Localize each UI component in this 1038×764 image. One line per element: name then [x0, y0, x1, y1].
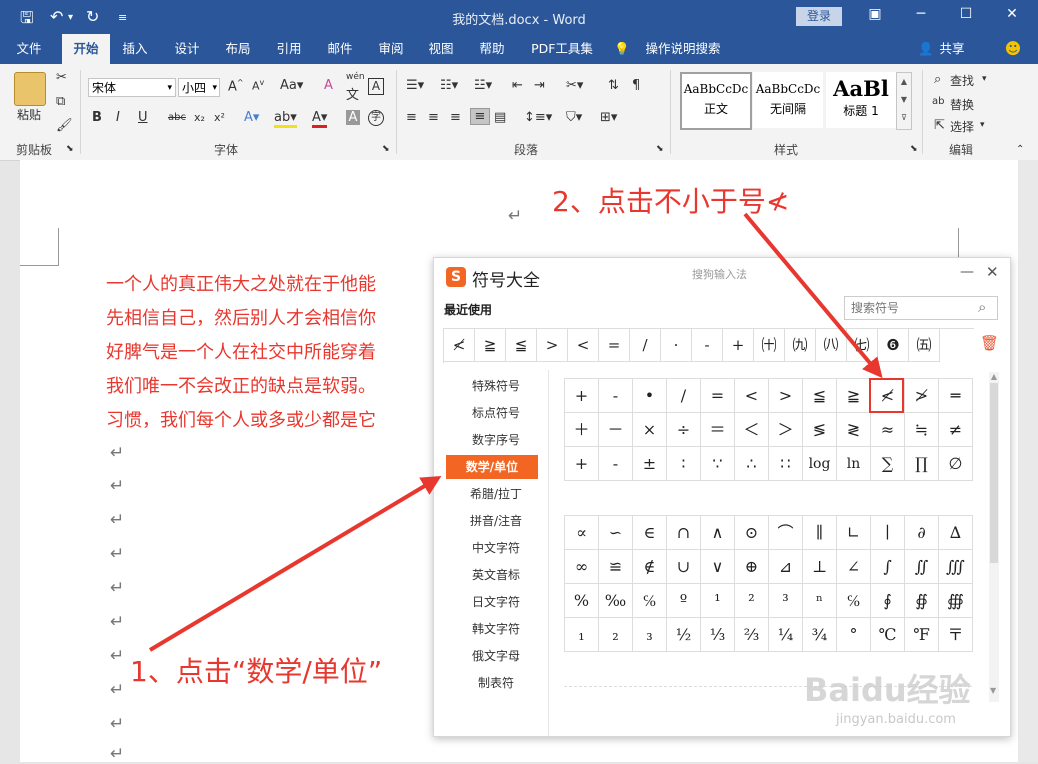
- watermark-url: jingyan.baidu.com: [836, 712, 956, 727]
- annotation-step1: 1、点击“数学/单位”: [130, 655, 383, 688]
- watermark-brand: Baidu经验: [804, 671, 971, 709]
- annotation-step2: 2、点击不小于号≮: [552, 185, 790, 218]
- annotation-arrows: [148, 212, 883, 652]
- arrow-to-symbol: [743, 212, 883, 379]
- arrow-to-category: [148, 475, 442, 652]
